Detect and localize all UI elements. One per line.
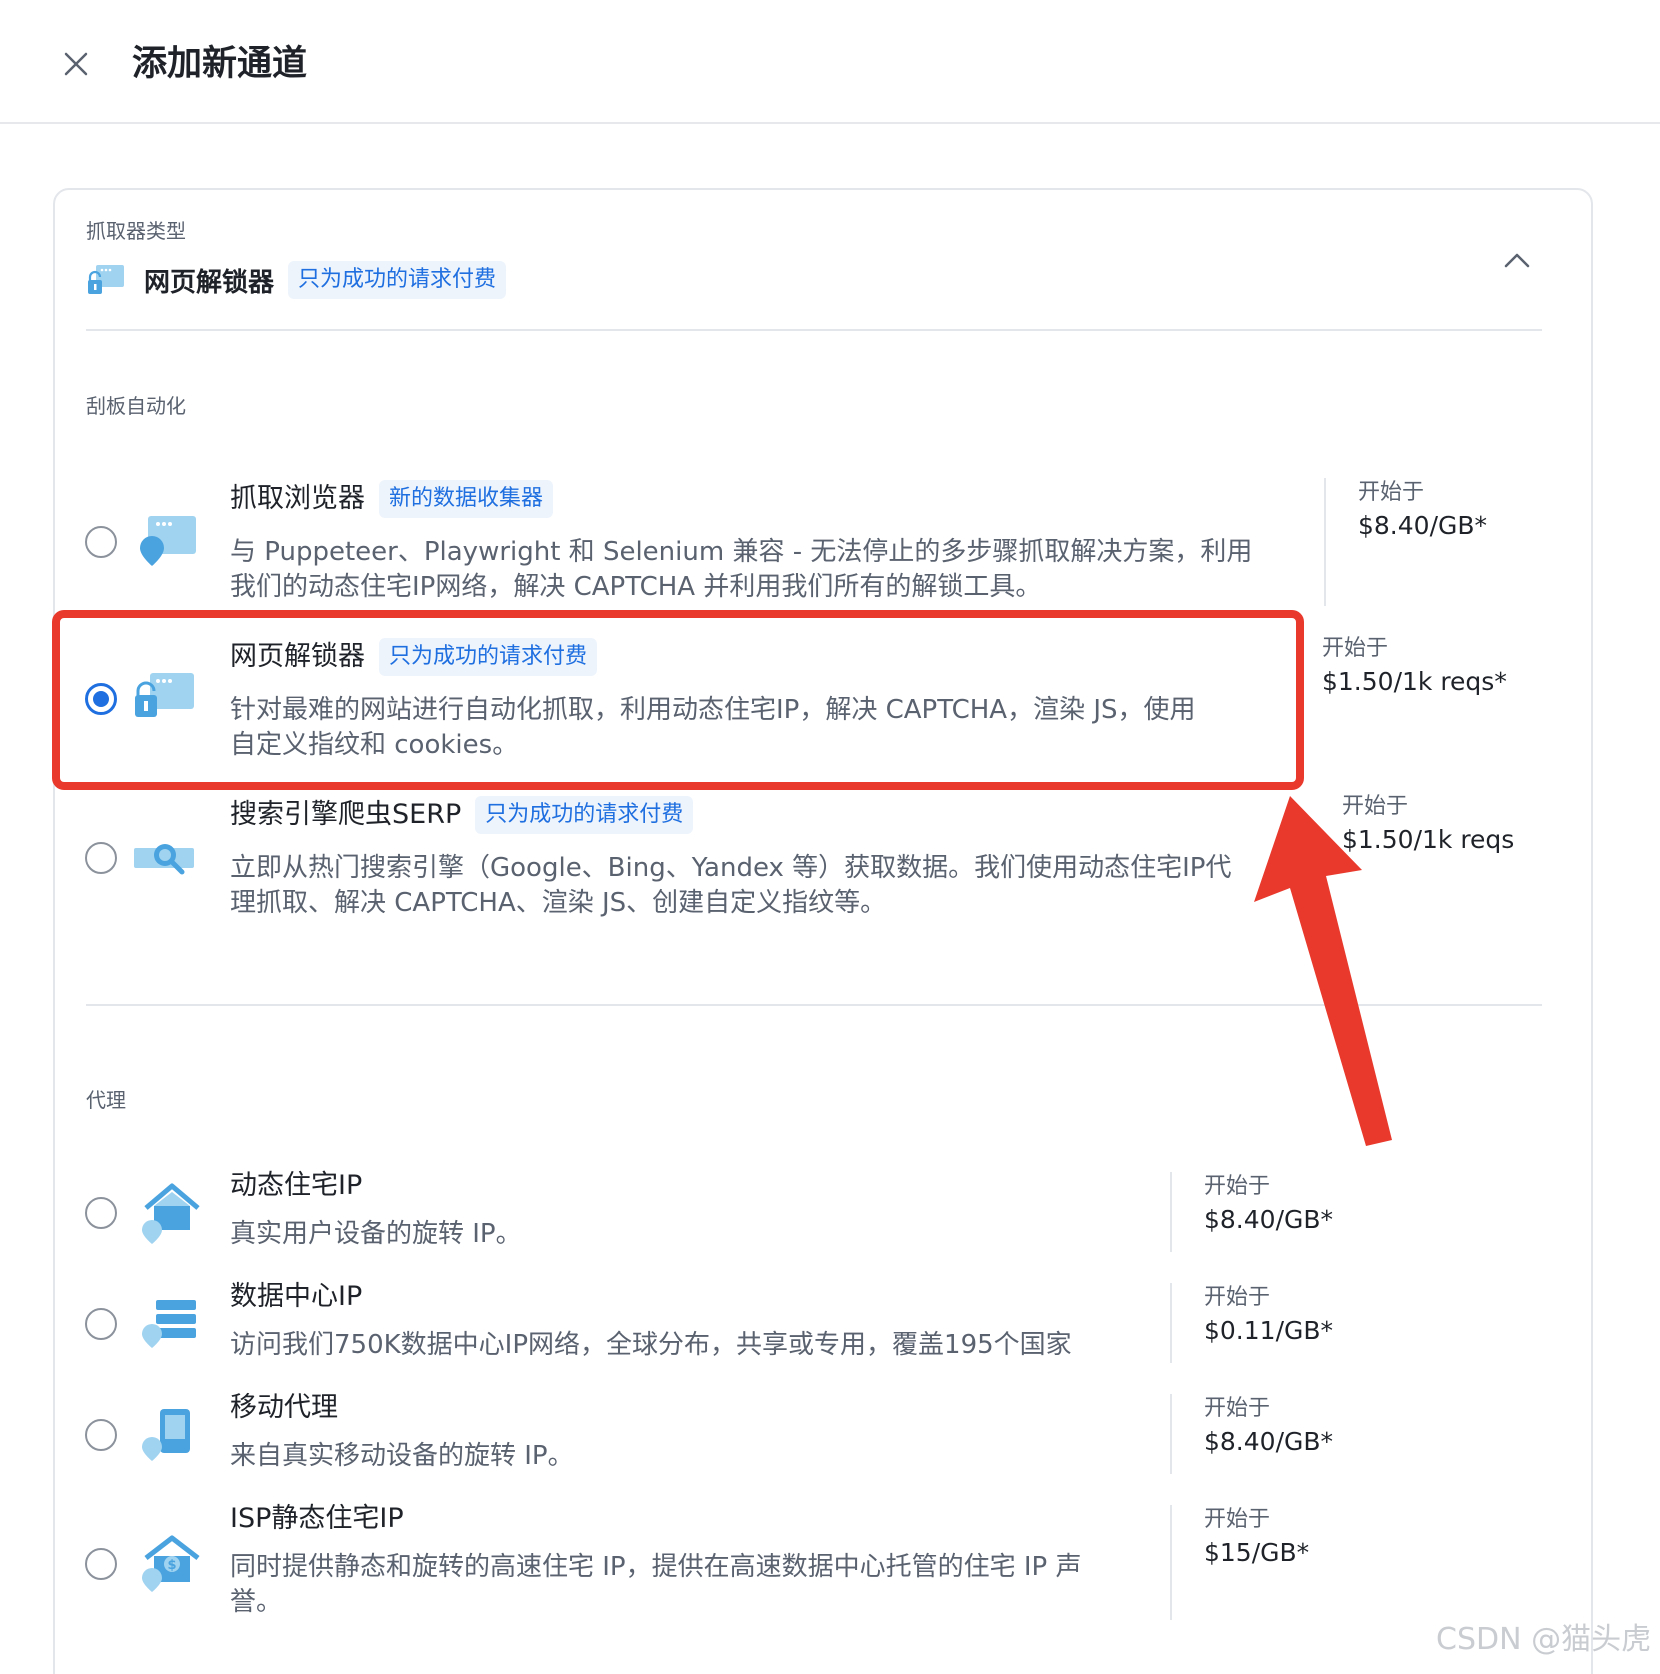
isp-icon: $: [142, 1535, 200, 1592]
price-box: 开始于 $8.40/GB*: [1170, 1394, 1333, 1474]
divider: [86, 1004, 1542, 1006]
svg-text:$: $: [167, 1558, 176, 1573]
option-title: ISP静态住宅IP: [230, 1503, 404, 1534]
unlocker-icon: [88, 265, 124, 294]
option-desc-line1: 来自真实移动设备的旋转 IP。: [230, 1441, 574, 1471]
option-desc-line1: 与 Puppeteer、Playwright 和 Selenium 兼容 - 无…: [230, 537, 1253, 567]
option-tag: 新的数据收集器: [379, 480, 554, 518]
price-box: 开始于 $8.40/GB*: [1170, 1172, 1333, 1252]
radio-serp[interactable]: [85, 842, 117, 874]
section-automation-label: 刮板自动化: [86, 394, 186, 418]
option-title: 动态住宅IP: [230, 1170, 363, 1201]
option-tag: 只为成功的请求付费: [379, 638, 598, 676]
price-box: 开始于 $1.50/1k reqs: [1312, 792, 1514, 858]
scraper-type-label: 抓取器类型: [86, 219, 186, 243]
option-desc-line1: 同时提供静态和旋转的高速住宅 IP，提供在高速数据中心托管的住宅 IP 声: [230, 1552, 1082, 1582]
option-desc-line2: 自定义指纹和 cookies。: [230, 730, 519, 760]
price-box: 开始于 $1.50/1k reqs*: [1296, 634, 1507, 700]
price-label: 开始于: [1322, 636, 1389, 661]
radio-datacenter-ip[interactable]: [85, 1308, 117, 1340]
unlocker-icon: [135, 673, 194, 717]
price-box: 开始于 $0.11/GB*: [1170, 1283, 1333, 1363]
dialog-header: 添加新通道: [0, 0, 1660, 124]
price-value: $8.40/GB*: [1204, 1427, 1334, 1456]
scraper-type-selector[interactable]: 网页解锁器 只为成功的请求付费: [86, 258, 507, 302]
radio-scraping-browser[interactable]: [85, 526, 117, 558]
radio-mobile-proxy[interactable]: [85, 1419, 117, 1451]
mobile-icon: [142, 1409, 190, 1461]
price-value: $0.11/GB*: [1204, 1316, 1334, 1345]
option-title: 数据中心IP: [230, 1281, 363, 1312]
option-desc-line1: 真实用户设备的旋转 IP。: [230, 1219, 522, 1249]
price-label: 开始于: [1204, 1396, 1271, 1421]
chevron-up-icon[interactable]: [1500, 248, 1534, 272]
option-desc-line1: 访问我们750K数据中心IP网络，全球分布，共享或专用，覆盖195个国家: [230, 1330, 1072, 1360]
price-value: $8.40/GB*: [1204, 1205, 1334, 1234]
price-label: 开始于: [1342, 794, 1409, 819]
radio-isp-ip[interactable]: [85, 1548, 117, 1580]
price-label: 开始于: [1204, 1507, 1271, 1532]
watermark: CSDN @猫头虎: [1436, 1622, 1652, 1657]
selected-scraper-name: 网页解锁器: [144, 267, 275, 298]
close-icon: [64, 52, 88, 76]
option-desc-line2: 誉。: [230, 1587, 283, 1617]
price-value: $1.50/1k reqs*: [1322, 667, 1507, 696]
section-proxy-label: 代理: [86, 1088, 126, 1112]
page-title: 添加新通道: [132, 44, 308, 84]
option-title: 网页解锁器: [230, 641, 365, 672]
price-label: 开始于: [1204, 1285, 1271, 1310]
price-box: 开始于 $8.40/GB*: [1324, 478, 1487, 606]
option-desc-line1: 立即从热门搜索引擎（Google、Bing、Yandex 等）获取数据。我们使用…: [230, 853, 1232, 883]
radio-residential-ip[interactable]: [85, 1197, 117, 1229]
price-value: $1.50/1k reqs: [1342, 825, 1515, 854]
close-button[interactable]: [58, 46, 94, 82]
price-label: 开始于: [1204, 1174, 1271, 1199]
option-title: 抓取浏览器: [230, 483, 365, 514]
option-title: 搜索引擎爬虫SERP: [230, 799, 462, 830]
residential-icon: [142, 1183, 200, 1244]
option-desc-line1: 针对最难的网站进行自动化抓取，利用动态住宅IP，解决 CAPTCHA，渲染 JS…: [230, 695, 1196, 725]
browser-icon: [140, 516, 196, 566]
search-icon: [134, 844, 194, 875]
datacenter-icon: [142, 1300, 196, 1348]
price-value: $8.40/GB*: [1358, 511, 1488, 540]
selected-scraper-tag: 只为成功的请求付费: [288, 261, 507, 299]
radio-web-unlocker[interactable]: [85, 683, 117, 715]
option-desc-line2: 我们的动态住宅IP网络，解决 CAPTCHA 并利用我们所有的解锁工具。: [230, 572, 1042, 602]
option-desc-line2: 理抓取、解决 CAPTCHA、渲染 JS、创建自定义指纹等。: [230, 888, 887, 918]
price-box: 开始于 $15/GB*: [1170, 1505, 1309, 1620]
option-tag: 只为成功的请求付费: [475, 796, 694, 834]
price-label: 开始于: [1358, 480, 1425, 505]
price-value: $15/GB*: [1204, 1538, 1310, 1567]
option-title: 移动代理: [230, 1392, 338, 1423]
divider: [86, 329, 1542, 331]
